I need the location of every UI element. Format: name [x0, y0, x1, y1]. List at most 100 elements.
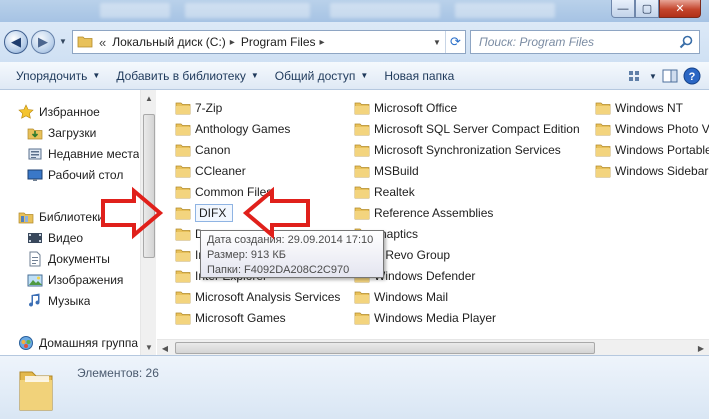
scroll-right-arrow-icon[interactable]: ▶	[693, 340, 709, 355]
search-input[interactable]: Поиск: Program Files	[470, 30, 700, 54]
folder-item[interactable]: DIFX	[175, 203, 234, 223]
folder-item-label: Windows Portable	[615, 143, 709, 157]
blurred-tab	[330, 3, 440, 18]
refresh-icon: ⟳	[450, 34, 461, 49]
address-row: ◀ ▶ ▼ « Локальный диск (C:) ▸ Program Fi…	[0, 22, 709, 62]
folder-item[interactable]: Windows Sidebar	[595, 161, 708, 181]
folder-item[interactable]: Microsoft Synchronization Services	[354, 140, 561, 160]
view-grid-icon	[629, 71, 639, 81]
chevron-down-icon: ▼	[360, 71, 369, 80]
folder-icon	[354, 163, 370, 179]
address-dropdown-icon[interactable]: ▼	[429, 31, 445, 53]
nav-libraries-label: Библиотеки	[39, 210, 105, 224]
breadcrumb-local-disk[interactable]: Локальный диск (C:)	[112, 35, 226, 49]
folder-item-label: Microsoft SQL Server Compact Edition	[374, 122, 580, 136]
nav-desktop-label: Рабочий стол	[48, 168, 124, 182]
chevron-down-icon: ▼	[250, 71, 259, 80]
scroll-down-arrow-icon[interactable]: ▼	[141, 339, 156, 355]
folder-item[interactable]: Windows Portable	[595, 140, 709, 160]
close-button[interactable]: ✕	[659, 0, 701, 18]
folder-item-label: Windows Mail	[374, 290, 449, 304]
horizontal-scrollbar[interactable]: ◀ ▶	[157, 339, 709, 355]
refresh-button[interactable]: ⟳	[445, 31, 465, 53]
search-icon	[678, 34, 694, 53]
preview-pane-button[interactable]	[659, 65, 681, 87]
navigation-pane: Избранное Загрузки Недавние места Рабочи…	[0, 90, 156, 355]
view-dropdown-icon[interactable]: ▼	[647, 65, 659, 87]
item-count: Элементов: 26	[77, 366, 159, 380]
folder-icon	[595, 121, 611, 137]
nav-favorites[interactable]: Избранное	[18, 102, 100, 122]
folder-item[interactable]: Windows Media Player	[354, 308, 496, 328]
folder-icon	[175, 100, 191, 116]
folder-item[interactable]: Microsoft Analysis Services	[175, 287, 340, 307]
scrollbar-thumb[interactable]	[143, 114, 155, 258]
recent-places-icon	[27, 146, 43, 162]
scroll-left-arrow-icon[interactable]: ◀	[157, 340, 173, 355]
folder-item-label: Microsoft Office	[374, 101, 458, 115]
nav-music-label: Музыка	[48, 294, 91, 308]
nav-video[interactable]: Видео	[27, 228, 83, 248]
folder-item[interactable]: Microsoft SQL Server Compact Edition	[354, 119, 580, 139]
nav-libraries[interactable]: Библиотеки	[18, 207, 104, 227]
navigation-scrollbar[interactable]: ▲ ▼	[140, 90, 156, 355]
folder-item[interactable]: Windows Mail	[354, 287, 448, 307]
folder-item-label: Microsoft Analysis Services	[195, 290, 341, 304]
folder-item-label: Reference Assemblies	[374, 206, 494, 220]
folder-icon	[175, 184, 191, 200]
nav-recent-places[interactable]: Недавние места	[27, 144, 139, 164]
documents-icon	[27, 251, 43, 267]
maximize-button[interactable]: ▢	[635, 0, 659, 18]
folder-icon	[175, 310, 191, 326]
new-folder-button[interactable]: Новая папка	[376, 64, 462, 88]
add-to-library-menu[interactable]: Добавить в библиотеку ▼	[108, 64, 266, 88]
folder-item[interactable]: 7-Zip	[175, 98, 222, 118]
help-button[interactable]: ?	[681, 65, 703, 87]
breadcrumb-program-files[interactable]: Program Files	[241, 35, 316, 49]
share-menu[interactable]: Общий доступ ▼	[267, 64, 377, 88]
folder-item[interactable]: Common Files	[175, 182, 272, 202]
organize-menu[interactable]: Упорядочить ▼	[8, 64, 108, 88]
folder-item-label: Windows Defender	[374, 269, 476, 283]
forward-button[interactable]: ▶	[31, 30, 55, 54]
back-button[interactable]: ◀	[4, 30, 28, 54]
breadcrumb-separator[interactable]: ▸	[230, 37, 235, 48]
scrollbar-thumb[interactable]	[175, 342, 595, 354]
folder-icon	[175, 163, 191, 179]
folder-item-label: Windows NT	[615, 101, 684, 115]
nav-documents[interactable]: Документы	[27, 249, 110, 269]
details-pane: Элементов: 26	[0, 355, 709, 419]
folder-item-label: Windows Media Player	[374, 311, 497, 325]
nav-downloads[interactable]: Загрузки	[27, 123, 96, 143]
minimize-button[interactable]: —	[611, 0, 635, 18]
nav-images[interactable]: Изображения	[27, 270, 123, 290]
folder-item-label: Microsoft Games	[195, 311, 286, 325]
folder-item[interactable]: CCleaner	[175, 161, 246, 181]
scroll-up-arrow-icon[interactable]: ▲	[141, 90, 156, 106]
nav-documents-label: Документы	[48, 252, 110, 266]
folder-item-label: CCleaner	[195, 164, 246, 178]
view-options-button[interactable]	[625, 65, 647, 87]
folder-item[interactable]: Microsoft Office	[354, 98, 457, 118]
folder-info-tooltip: Дата создания: 29.09.2014 17:10 Размер: …	[200, 230, 384, 278]
nav-music[interactable]: Музыка	[27, 291, 90, 311]
folder-item[interactable]: Windows Photo V	[595, 119, 709, 139]
folder-item[interactable]: Windows NT	[595, 98, 683, 118]
homegroup-icon	[18, 335, 34, 351]
folder-item[interactable]: Reference Assemblies	[354, 203, 493, 223]
folder-item[interactable]: MSBuild	[354, 161, 419, 181]
chevron-down-icon: ▼	[92, 71, 101, 80]
history-dropdown-icon[interactable]: ▼	[59, 37, 67, 46]
folder-icon	[354, 289, 370, 305]
breadcrumb-root-chevron[interactable]: «	[99, 35, 106, 50]
folder-item[interactable]: Microsoft Games	[175, 308, 286, 328]
folder-item[interactable]: Realtek	[354, 182, 415, 202]
arrow-right-icon: ▶	[38, 34, 48, 49]
address-bar[interactable]: « Локальный диск (C:) ▸ Program Files ▸ …	[72, 30, 466, 54]
folder-item[interactable]: Anthology Games	[175, 119, 290, 139]
nav-desktop[interactable]: Рабочий стол	[27, 165, 123, 185]
breadcrumb-separator[interactable]: ▸	[320, 37, 325, 48]
folder-item[interactable]: Canon	[175, 140, 230, 160]
nav-homegroup[interactable]: Домашняя группа	[18, 333, 138, 353]
downloads-folder-icon	[27, 125, 43, 141]
